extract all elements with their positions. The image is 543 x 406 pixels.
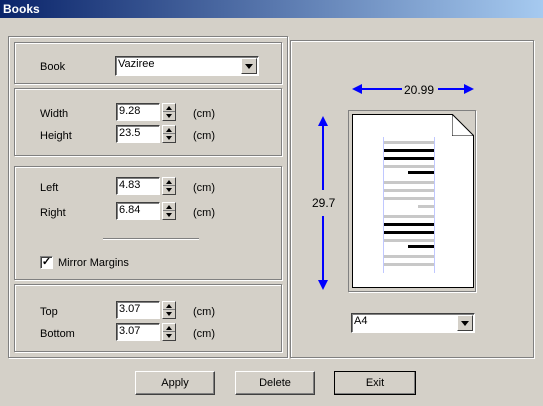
mirror-margins-label: Mirror Margins: [58, 257, 129, 269]
spin-down-icon: [166, 213, 172, 217]
mirror-margins-checkbox[interactable]: ✓: [40, 256, 53, 269]
height-spinner[interactable]: [162, 125, 176, 143]
text-line: [384, 239, 434, 242]
text-line: [384, 197, 434, 200]
spin-down-icon: [166, 136, 172, 140]
right-label: Right: [40, 207, 66, 219]
text-line: [384, 141, 434, 144]
text-line: [384, 223, 434, 226]
spin-down-icon: [166, 312, 172, 316]
page-content-area: [383, 137, 435, 273]
spin-up-icon: [166, 128, 172, 132]
top-input[interactable]: 3.07: [116, 301, 160, 319]
text-line: [384, 149, 434, 152]
book-label: Book: [40, 61, 66, 73]
height-unit: (cm): [193, 130, 215, 142]
apply-button[interactable]: Apply: [135, 371, 215, 395]
text-line: [384, 263, 434, 266]
height-input[interactable]: 23.5: [116, 125, 160, 143]
width-unit: (cm): [193, 108, 215, 120]
book-dropdown-button[interactable]: [241, 58, 257, 74]
spinner-divider: [163, 309, 175, 310]
text-line: [384, 181, 434, 184]
text-line: [384, 215, 434, 218]
bottom-spinner[interactable]: [162, 323, 176, 341]
spinner-divider: [163, 111, 175, 112]
spin-down-icon: [166, 188, 172, 192]
book-select-value: Vaziree: [118, 58, 155, 70]
left-spinner[interactable]: [162, 177, 176, 195]
paper-width-label: 20.99: [404, 83, 435, 97]
delete-button[interactable]: Delete: [235, 371, 315, 395]
text-line: [384, 165, 434, 168]
spinner-divider: [163, 210, 175, 211]
text-line: [384, 157, 434, 160]
bottom-label: Bottom: [40, 328, 75, 340]
page-corner-fold-icon: [452, 114, 474, 136]
margins-separator: [103, 238, 199, 240]
spin-up-icon: [166, 304, 172, 308]
paper-height-label: 29.7: [312, 196, 336, 210]
text-line: [408, 245, 434, 248]
size-group: [14, 88, 282, 156]
spinner-divider: [163, 185, 175, 186]
book-select[interactable]: Vaziree: [115, 56, 259, 76]
top-spinner[interactable]: [162, 301, 176, 319]
text-line: [418, 205, 434, 208]
exit-button[interactable]: Exit: [334, 371, 416, 395]
top-label: Top: [40, 306, 58, 318]
width-spinner[interactable]: [162, 103, 176, 121]
right-spinner[interactable]: [162, 202, 176, 220]
height-label: Height: [40, 130, 72, 142]
left-input[interactable]: 4.83: [116, 177, 160, 195]
page-preview: [352, 114, 474, 288]
spinner-divider: [163, 331, 175, 332]
width-label: Width: [40, 108, 69, 120]
window-title: Books: [0, 0, 543, 18]
spin-down-icon: [166, 334, 172, 338]
right-unit: (cm): [193, 207, 215, 219]
left-label: Left: [40, 182, 59, 194]
spin-down-icon: [166, 114, 172, 118]
spinner-divider: [163, 133, 175, 134]
spin-up-icon: [166, 205, 172, 209]
paper-size-value: A4: [354, 315, 368, 327]
chevron-down-icon: [461, 321, 469, 326]
spin-up-icon: [166, 326, 172, 330]
spin-up-icon: [166, 180, 172, 184]
top-unit: (cm): [193, 306, 215, 318]
bottom-input[interactable]: 3.07: [116, 323, 160, 341]
text-line: [408, 171, 434, 174]
bottom-unit: (cm): [193, 328, 215, 340]
spin-up-icon: [166, 106, 172, 110]
left-unit: (cm): [193, 182, 215, 194]
right-input[interactable]: 6.84: [116, 202, 160, 220]
chevron-down-icon: [245, 64, 253, 69]
width-input[interactable]: 9.28: [116, 103, 160, 121]
paper-size-dropdown-button[interactable]: [457, 315, 473, 331]
text-line: [384, 231, 434, 234]
text-line: [384, 255, 434, 258]
text-line: [384, 189, 434, 192]
